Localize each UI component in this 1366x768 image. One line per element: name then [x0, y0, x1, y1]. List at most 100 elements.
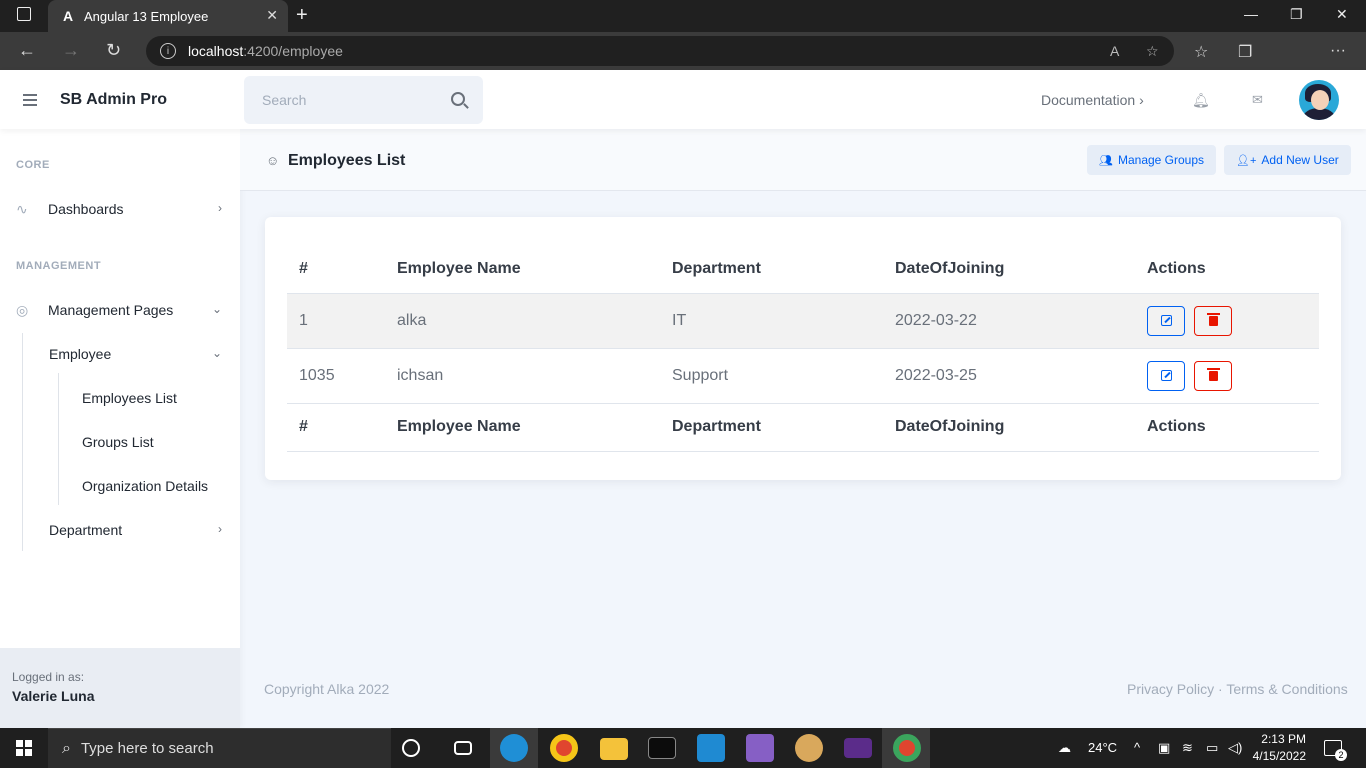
sidebar-item-label: Department — [49, 522, 123, 538]
logged-in-label: Logged in as: — [12, 670, 85, 684]
url-field[interactable]: i localhost:4200/employee A ☆ — [146, 36, 1174, 66]
sidebar-item-label: Management Pages — [48, 302, 174, 318]
taskbar-search-input[interactable]: ⌕ Type here to search — [48, 728, 391, 768]
read-aloud-icon[interactable]: A — [1110, 43, 1119, 59]
chevron-down-icon: ⌄ — [211, 346, 222, 360]
new-tab-icon[interactable]: + — [296, 4, 308, 27]
column-header: Department — [672, 259, 761, 277]
cell-department: Support — [660, 347, 883, 403]
column-footer: # — [287, 402, 385, 452]
back-icon[interactable]: ← — [18, 40, 36, 61]
task-view-icon[interactable] — [454, 741, 472, 755]
users-icon: 👥︎ — [1099, 154, 1113, 167]
add-new-user-button[interactable]: 👤︎+ Add New User — [1224, 145, 1351, 175]
tab-actions-icon[interactable] — [17, 7, 31, 21]
search-icon: ⌕ — [62, 739, 71, 757]
column-footer: DateOfJoining — [883, 402, 1135, 452]
cell-date: 2022-03-25 — [883, 347, 1135, 403]
reload-icon[interactable]: ↻ — [106, 40, 121, 61]
chrome-icon[interactable] — [893, 734, 921, 762]
sidebar-heading-management: MANAGEMENT — [16, 260, 102, 272]
notification-count: 2 — [1335, 749, 1347, 761]
battery-icon[interactable]: ▭ — [1206, 740, 1218, 756]
cell-name: ichsan — [385, 347, 660, 403]
bell-icon[interactable]: 🔔︎ — [1192, 92, 1210, 109]
cell-id: 1035 — [287, 347, 385, 403]
restore-icon[interactable]: ❐ — [1290, 6, 1303, 23]
angular-logo-icon: A — [62, 8, 74, 24]
chrome-icon[interactable] — [550, 734, 578, 762]
add-favorite-icon[interactable]: ☆ — [1146, 43, 1159, 60]
nav-tree-line — [22, 333, 23, 551]
site-info-icon[interactable]: i — [160, 43, 176, 59]
weather-icon[interactable]: ☁ — [1058, 740, 1071, 756]
manage-groups-button[interactable]: 👥︎ Manage Groups — [1087, 145, 1217, 175]
url-path: :4200/employee — [243, 43, 343, 59]
menu-toggle-icon[interactable] — [23, 94, 37, 109]
address-bar-row: ← → ↻ i localhost:4200/employee A ☆ ☆ ❐ … — [0, 32, 1366, 94]
collections-icon[interactable]: ❐ — [1238, 42, 1252, 62]
edit-icon — [1160, 315, 1172, 326]
activity-icon: ∿ — [16, 201, 28, 217]
documentation-link[interactable]: Documentation › — [1041, 92, 1144, 108]
dev-terminal-icon[interactable] — [844, 738, 872, 758]
avatar[interactable] — [1299, 80, 1339, 120]
employees-card: # Employee Name Department DateOfJoining… — [265, 217, 1341, 480]
edit-button[interactable] — [1147, 305, 1185, 336]
globe-icon: ◎ — [16, 302, 29, 318]
cell-actions — [1135, 292, 1319, 348]
minimize-icon[interactable]: — — [1244, 6, 1258, 22]
table-row: 1 alka IT 2022-03-22 — [287, 292, 1319, 348]
sidebar-item-label: Employee — [49, 346, 112, 362]
sidebar-footer: Logged in as: Valerie Luna — [0, 648, 240, 728]
cortana-icon[interactable] — [402, 739, 420, 757]
trash-icon — [1206, 312, 1220, 326]
meet-icon[interactable]: ▣ — [1158, 740, 1170, 756]
volume-icon[interactable]: ◁) — [1228, 740, 1242, 756]
wifi-icon[interactable]: ≋ — [1182, 740, 1193, 756]
edit-icon — [1160, 370, 1172, 381]
edge-icon[interactable] — [500, 734, 528, 762]
search-input[interactable]: Search — [244, 76, 483, 124]
search-placeholder: Search — [262, 92, 307, 108]
temperature[interactable]: 24°C — [1088, 740, 1117, 755]
clock[interactable]: 2:13 PM 4/15/2022 — [1252, 732, 1306, 763]
forward-icon[interactable]: → — [62, 40, 80, 61]
close-window-icon[interactable]: ✕ — [1336, 6, 1348, 23]
clock-date: 4/15/2022 — [1252, 749, 1306, 763]
footer-links[interactable]: Privacy Policy · Terms & Conditions — [1127, 681, 1348, 697]
taskbar-search-placeholder: Type here to search — [80, 740, 214, 757]
tab-close-icon[interactable]: ✕ — [266, 7, 278, 24]
terminal-icon[interactable] — [648, 737, 676, 759]
logged-in-user: Valerie Luna — [12, 688, 95, 704]
mail-icon[interactable]: ✉ — [1252, 92, 1263, 108]
column-footer: Employee Name — [385, 402, 660, 452]
add-new-user-label: Add New User — [1261, 153, 1339, 167]
chevron-right-icon: › — [1139, 92, 1144, 108]
footer-copyright: Copyright Alka 2022 — [264, 681, 390, 697]
notification-icon[interactable]: 2 — [1324, 740, 1347, 761]
chevron-right-icon: › — [218, 201, 222, 215]
windows-start-icon[interactable] — [16, 740, 32, 756]
column-header: Actions — [1147, 259, 1206, 277]
edit-button[interactable] — [1147, 360, 1185, 391]
clock-time: 2:13 PM — [1261, 732, 1306, 746]
visual-studio-icon[interactable] — [746, 734, 774, 762]
app-topbar: SB Admin Pro Search Documentation › 🔔︎ ✉ — [0, 70, 1366, 129]
sidebar: CORE ∿ Dashboards › MANAGEMENT ◎ Managem… — [0, 129, 240, 728]
favorites-icon[interactable]: ☆ — [1194, 42, 1208, 62]
more-menu-icon[interactable]: ··· — [1330, 42, 1346, 60]
file-explorer-icon[interactable] — [600, 738, 628, 760]
delete-button[interactable] — [1194, 360, 1232, 391]
user-plus-icon: 👤︎+ — [1236, 154, 1257, 167]
page-header: ☺ Employees List 👥︎ Manage Groups 👤︎+ Ad… — [240, 129, 1366, 191]
page-title: Employees List — [288, 152, 406, 169]
browser-tab[interactable]: A Angular 13 Employee ✕ — [48, 0, 288, 32]
delete-button[interactable] — [1194, 305, 1232, 336]
column-header: # — [299, 259, 308, 277]
paint-icon[interactable] — [795, 734, 823, 762]
brand[interactable]: SB Admin Pro — [60, 91, 167, 109]
url-host: localhost — [188, 43, 244, 59]
chevron-up-icon[interactable]: ^ — [1134, 740, 1140, 755]
vscode-icon[interactable] — [697, 734, 725, 762]
